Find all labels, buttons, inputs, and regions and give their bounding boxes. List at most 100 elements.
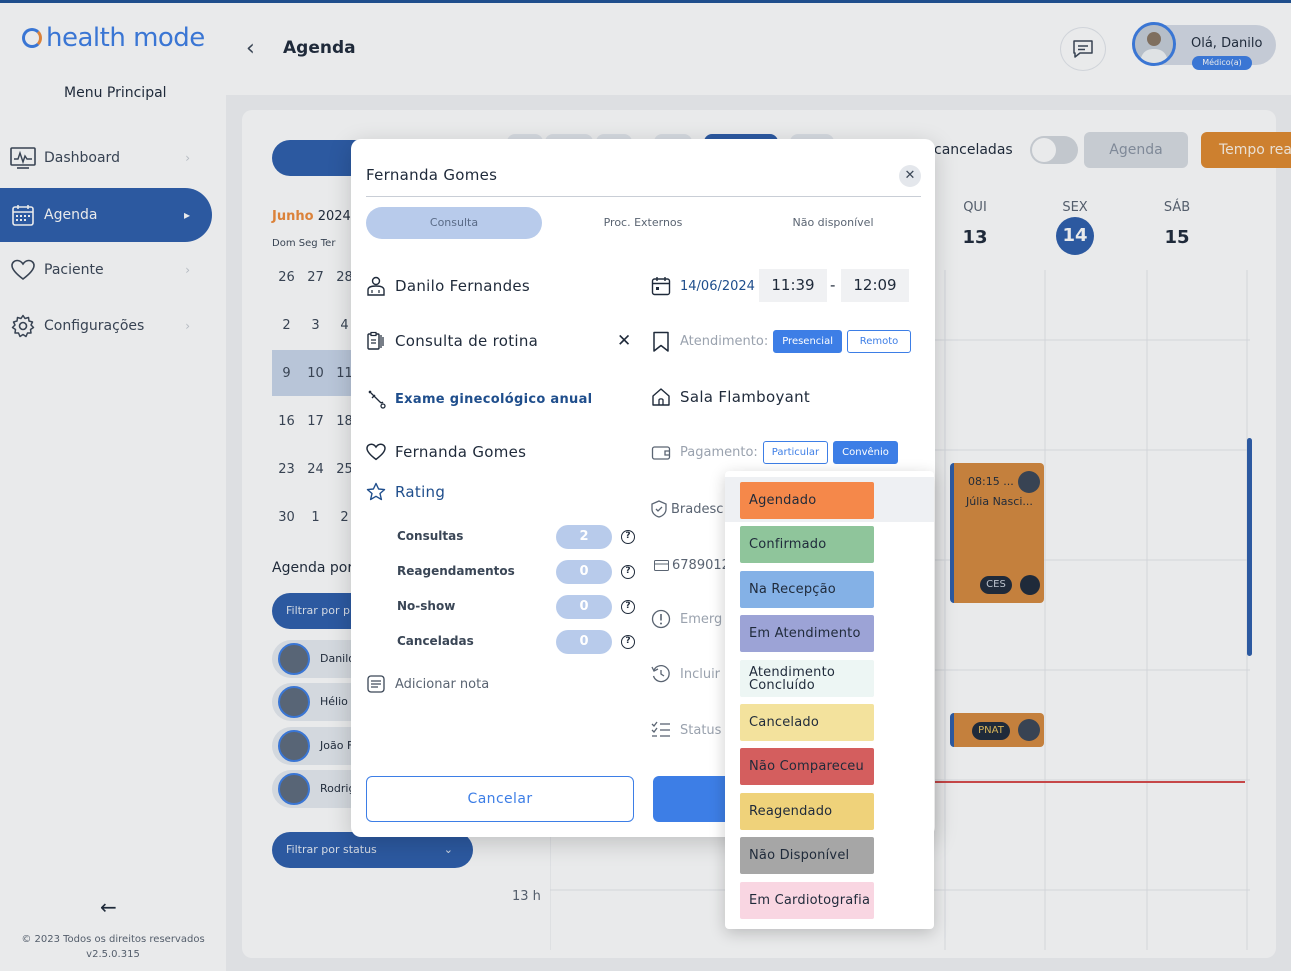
chevron-right-icon: › xyxy=(185,319,190,333)
scrollbar[interactable] xyxy=(1247,438,1252,656)
status-field[interactable]: Status xyxy=(651,720,721,740)
card-number-field[interactable]: 6789012 xyxy=(653,555,730,575)
avatar xyxy=(278,730,310,762)
patient-field[interactable]: Fernanda Gomes xyxy=(366,442,526,462)
help-icon[interactable]: ? xyxy=(621,565,635,579)
status-option-cancelado[interactable]: Cancelado xyxy=(740,704,874,741)
avatar xyxy=(278,773,310,805)
menu-title: Menu Principal xyxy=(64,85,167,101)
stethoscope-icon xyxy=(366,389,386,409)
canceled-toggle[interactable] xyxy=(1030,136,1078,164)
sidebar-item-dashboard[interactable]: Dashboard › xyxy=(0,131,212,185)
bookmark-icon xyxy=(651,331,671,352)
help-icon[interactable]: ? xyxy=(621,530,635,544)
status-option-na-recepcao[interactable]: Na Recepção xyxy=(740,571,874,608)
help-icon[interactable]: ? xyxy=(621,600,635,614)
agenda-view-button[interactable]: Agenda xyxy=(1084,132,1188,168)
brand-name: health mode xyxy=(46,23,205,53)
back-chevron-icon[interactable]: ‹ xyxy=(246,36,255,61)
convenio-chip[interactable]: Convênio xyxy=(833,441,898,464)
avatar xyxy=(1018,471,1040,493)
collapse-arrow-icon[interactable]: ← xyxy=(100,895,117,919)
avatar xyxy=(278,643,310,675)
calendar-icon xyxy=(10,202,36,228)
particular-chip[interactable]: Particular xyxy=(762,441,829,464)
close-button[interactable]: ✕ xyxy=(899,165,921,187)
status-option-confirmado[interactable]: Confirmado xyxy=(740,526,874,563)
realtime-button[interactable]: Tempo real xyxy=(1201,132,1291,168)
stat-no-show: No-show 0? xyxy=(397,595,637,619)
status-option-em-cardiotografia[interactable]: Em Cardiotografia xyxy=(740,882,874,919)
appointment-badge: PNAT xyxy=(972,722,1010,740)
appointment-card[interactable]: PNAT xyxy=(950,713,1044,747)
emergency-field[interactable]: Emerg xyxy=(651,609,722,629)
doctor-icon xyxy=(366,276,386,296)
sidebar-item-paciente[interactable]: Paciente › xyxy=(0,243,212,297)
agenda-by-title: Agenda por xyxy=(272,560,354,576)
history-icon xyxy=(651,664,671,684)
attendance-field: Atendimento: Presencial Remoto xyxy=(651,330,911,353)
page-title: Agenda xyxy=(283,38,356,58)
version: v2.5.0.315 xyxy=(86,949,140,960)
calendar-week[interactable]: 9 10 11 xyxy=(272,366,359,381)
sidebar: health mode Menu Principal Dashboard › A… xyxy=(0,3,226,971)
list-icon xyxy=(651,720,671,740)
status-option-nao-compareceu[interactable]: Não Compareceu xyxy=(740,748,874,785)
status-option-em-atendimento[interactable]: Em Atendimento xyxy=(740,615,874,652)
payment-field: Pagamento: Particular Convênio xyxy=(651,441,898,464)
clear-procedure-icon[interactable]: ✕ xyxy=(617,331,631,351)
note-icon xyxy=(366,674,386,694)
month-label: Junho 2024 xyxy=(272,209,351,224)
calendar-week[interactable]: 16 17 18 xyxy=(272,414,359,429)
sidebar-item-agenda[interactable]: Agenda ▸ xyxy=(0,188,212,242)
chat-icon xyxy=(1073,40,1093,58)
calendar-week[interactable]: 23 24 25 xyxy=(272,462,359,477)
exam-field[interactable]: Exame ginecológico anual xyxy=(366,389,592,409)
tab-consulta[interactable]: Consulta xyxy=(366,207,542,239)
status-option-agendado[interactable]: Agendado xyxy=(740,482,874,519)
avatar[interactable] xyxy=(1132,22,1176,66)
doctor-field[interactable]: Danilo Fernandes xyxy=(366,276,530,296)
help-icon[interactable]: ? xyxy=(621,635,635,649)
tab-proc-externos[interactable]: Proc. Externos xyxy=(555,207,731,239)
date-field[interactable]: 14/06/2024 , xyxy=(651,276,763,296)
user-role-badge: Médico(a) xyxy=(1192,56,1252,70)
camera-icon xyxy=(1020,575,1040,595)
status-option-atendimento-concluido[interactable]: Atendimento Concluído xyxy=(740,660,874,697)
calendar-week[interactable]: 26 27 28 xyxy=(272,270,359,285)
day-header-today[interactable]: SEX 14 xyxy=(1045,200,1105,255)
start-time-input[interactable]: 11:39 xyxy=(759,269,827,302)
include-field[interactable]: Incluir xyxy=(651,664,720,684)
tab-nao-disponivel[interactable]: Não disponível xyxy=(745,207,921,239)
heart-icon xyxy=(10,257,36,283)
add-note-button[interactable]: Adicionar nota xyxy=(366,674,489,694)
sidebar-item-label: Dashboard xyxy=(44,150,120,166)
sidebar-item-configuracoes[interactable]: Configurações › xyxy=(0,299,212,353)
rating-field: Rating xyxy=(366,482,445,502)
procedure-field[interactable]: Consulta de rotina ✕ xyxy=(366,331,636,351)
insurance-field[interactable]: Bradesc xyxy=(651,499,723,519)
avatar xyxy=(278,686,310,718)
end-time-input[interactable]: 12:09 xyxy=(841,269,909,302)
heart-icon xyxy=(366,442,386,462)
weekday-header: Dom Seg Ter xyxy=(272,238,336,249)
alert-icon xyxy=(651,609,671,629)
status-dropdown: Agendado Confirmado Na Recepção Em Atend… xyxy=(725,471,934,929)
day-header[interactable]: SÁB 15 xyxy=(1147,200,1207,248)
day-header[interactable]: QUI 13 xyxy=(945,200,1005,248)
card-icon xyxy=(653,555,669,575)
status-option-nao-disponivel[interactable]: Não Disponível xyxy=(740,837,874,874)
appointment-card[interactable]: 08:15 ... Júlia Nasci... CES xyxy=(950,463,1044,603)
remoto-chip[interactable]: Remoto xyxy=(846,330,911,353)
cancel-button[interactable]: Cancelar xyxy=(366,776,634,822)
chat-button[interactable] xyxy=(1060,27,1106,71)
status-option-reagendado[interactable]: Reagendado xyxy=(740,793,874,830)
calendar-week[interactable]: 30 1 2 xyxy=(272,510,359,525)
status-filter[interactable]: Filtrar por status ⌄ xyxy=(272,832,473,868)
calendar-week[interactable]: 234 xyxy=(272,318,359,333)
appointment-badge: CES xyxy=(980,576,1012,594)
dashboard-icon xyxy=(10,145,36,171)
room-field[interactable]: Sala Flamboyant xyxy=(651,387,810,407)
presencial-chip[interactable]: Presencial xyxy=(773,330,842,353)
home-icon xyxy=(651,387,671,407)
